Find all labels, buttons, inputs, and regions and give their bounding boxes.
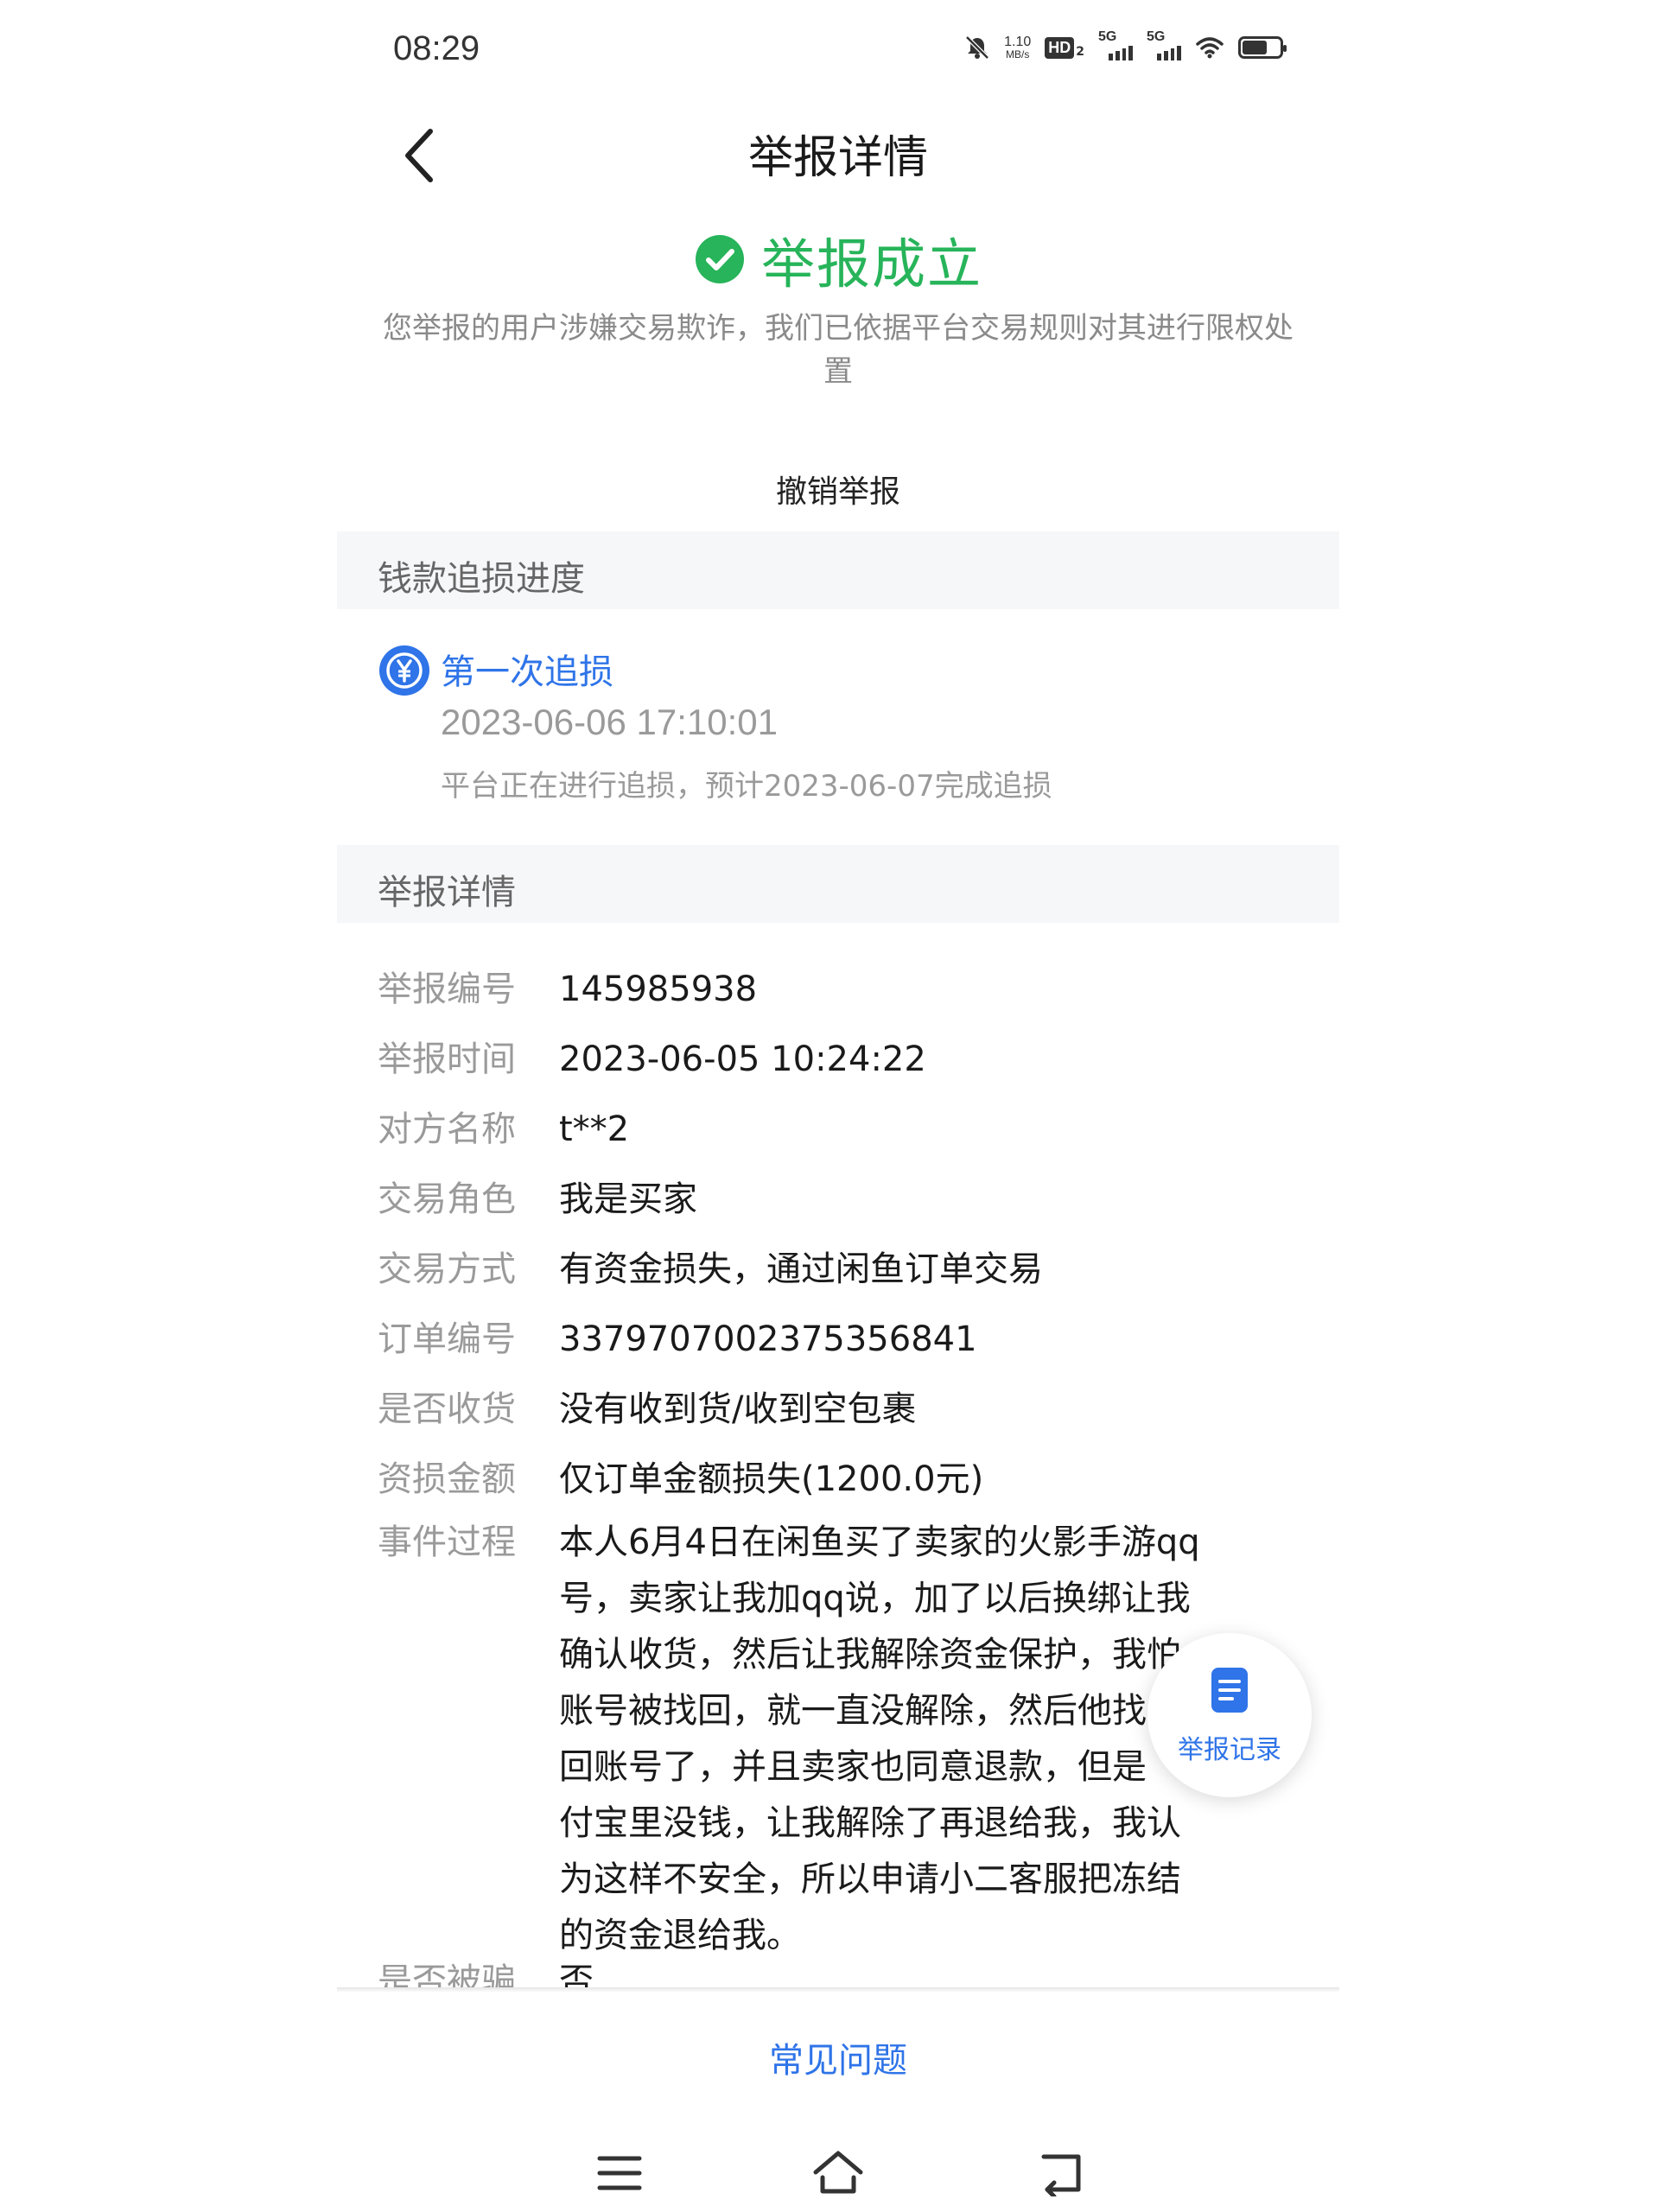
process-line: 付宝里没钱，让我解除了再退给我，我认 xyxy=(559,1803,1181,1843)
hd-badge: HD 2 xyxy=(1045,36,1084,59)
wifi-icon xyxy=(1196,37,1224,59)
detail-value: 有资金损失，通过闲鱼订单交易 xyxy=(559,1249,1043,1289)
screen: 08:29 1.10 MB/s HD 2 5G 5G 举报详情 举报成立 您举报… xyxy=(337,0,1339,2212)
status-icons: 1.10 MB/s HD 2 5G 5G xyxy=(964,29,1287,60)
nav-bar: 举报详情 xyxy=(337,112,1339,199)
detail-row-order-id: 订单编号 3379707002375356841 xyxy=(378,1305,1259,1375)
net-speed: 1.10 MB/s xyxy=(1004,35,1031,60)
status-time: 08:29 xyxy=(393,29,480,67)
detail-label: 事件过程 xyxy=(378,1522,516,1562)
detail-value: 仅订单金额损失(1200.0元) xyxy=(559,1459,984,1499)
status-bar: 08:29 1.10 MB/s HD 2 5G 5G xyxy=(337,26,1339,81)
process-line: 回账号了，并且卖家也同意退款，但是 xyxy=(559,1747,1147,1787)
detail-row-report-id: 举报编号 145985938 xyxy=(378,955,1259,1025)
hd-sub: 2 xyxy=(1076,44,1084,59)
detail-row-loss-amount: 资损金额 仅订单金额损失(1200.0元) xyxy=(378,1445,1259,1515)
check-circle-icon xyxy=(695,235,744,283)
detail-row-report-time: 举报时间 2023-06-05 10:24:22 xyxy=(378,1025,1259,1095)
net-speed-unit: MB/s xyxy=(1006,48,1030,60)
result-description: 您举报的用户涉嫌交易欺诈，我们已依据平台交易规则对其进行限权处置 xyxy=(383,311,1294,389)
result-banner: 举报成立 xyxy=(337,220,1339,298)
cancel-report-button[interactable]: 撤销举报 xyxy=(337,467,1339,512)
yuan-refund-icon xyxy=(379,645,429,696)
sim1-label: 5G xyxy=(1098,29,1117,44)
details-section-header: 举报详情 xyxy=(337,845,1339,923)
back-nav-icon[interactable] xyxy=(1039,2150,1087,2196)
details-list: 举报编号 145985938 举报时间 2023-06-05 10:24:22 … xyxy=(378,955,1259,2017)
process-line: 号，卖家让我加qq说，加了以后换绑让我 xyxy=(559,1579,1191,1618)
detail-row-counterparty: 对方名称 t**2 xyxy=(378,1095,1259,1165)
mute-icon xyxy=(965,35,989,60)
page-title: 举报详情 xyxy=(747,132,928,184)
process-line: 的资金退给我。 xyxy=(559,1916,801,1955)
signal-sim1-icon: 5G xyxy=(1098,29,1133,60)
signal-sim2-icon: 5G xyxy=(1147,29,1181,60)
process-line: 确认收货，然后让我解除资金保护，我怕 xyxy=(559,1635,1181,1675)
document-icon xyxy=(1211,1668,1248,1713)
process-line: 本人6月4日在闲鱼买了卖家的火影手游qq xyxy=(559,1522,1200,1562)
result-title: 举报成立 xyxy=(760,232,982,296)
recovery-section-header: 钱款追损进度 xyxy=(337,531,1339,609)
process-line: 账号被找回，就一直没解除，然后他找 xyxy=(559,1691,1147,1731)
details-section-title: 举报详情 xyxy=(378,873,516,912)
detail-value: 145985938 xyxy=(559,969,758,1009)
hd-label: HD xyxy=(1045,36,1075,59)
detail-label: 举报时间 xyxy=(378,1039,516,1079)
menu-icon[interactable] xyxy=(596,2152,643,2195)
report-records-label: 举报记录 xyxy=(1178,1735,1281,1765)
process-line: 为这样不安全，所以申请小二客服把冻结 xyxy=(559,1859,1181,1899)
detail-label: 资损金额 xyxy=(378,1459,516,1499)
detail-label: 举报编号 xyxy=(378,969,516,1009)
detail-row-process: 事件过程 本人6月4日在闲鱼买了卖家的火影手游qq 号，卖家让我加qq说，加了以… xyxy=(378,1515,1259,1964)
detail-label: 对方名称 xyxy=(378,1109,516,1149)
net-speed-value: 1.10 xyxy=(1004,34,1032,49)
faq-link[interactable]: 常见问题 xyxy=(337,2032,1339,2082)
detail-value: t**2 xyxy=(559,1109,630,1149)
recovery-step-note: 平台正在进行追损，预计2023-06-07完成追损 xyxy=(441,769,1052,804)
detail-row-received: 是否收货 没有收到货/收到空包裹 xyxy=(378,1375,1259,1445)
detail-label: 订单编号 xyxy=(378,1319,516,1359)
detail-value: 我是买家 xyxy=(559,1179,697,1219)
sim2-label: 5G xyxy=(1147,29,1166,44)
detail-process-text: 本人6月4日在闲鱼买了卖家的火影手游qq 号，卖家让我加qq说，加了以后换绑让我… xyxy=(559,1515,1233,1964)
system-nav-bar xyxy=(337,2143,1339,2212)
detail-value: 没有收到货/收到空包裹 xyxy=(559,1389,917,1429)
recovery-step-title: 第一次追损 xyxy=(441,652,613,692)
home-icon[interactable] xyxy=(810,2148,866,2196)
detail-label: 交易角色 xyxy=(378,1179,516,1219)
result-line: 举报成立 xyxy=(694,220,982,298)
detail-label: 交易方式 xyxy=(378,1249,516,1289)
detail-row-method: 交易方式 有资金损失，通过闲鱼订单交易 xyxy=(378,1235,1259,1305)
recovery-section-title: 钱款追损进度 xyxy=(378,559,585,599)
recovery-step-time: 2023-06-06 17:10:01 xyxy=(441,702,778,742)
detail-label: 是否收货 xyxy=(378,1389,516,1429)
detail-value: 3379707002375356841 xyxy=(559,1319,977,1359)
report-records-button[interactable]: 举报记录 xyxy=(1147,1633,1312,1797)
detail-value: 2023-06-05 10:24:22 xyxy=(559,1039,926,1079)
detail-row-role: 交易角色 我是买家 xyxy=(378,1165,1259,1235)
battery-icon xyxy=(1238,36,1287,59)
